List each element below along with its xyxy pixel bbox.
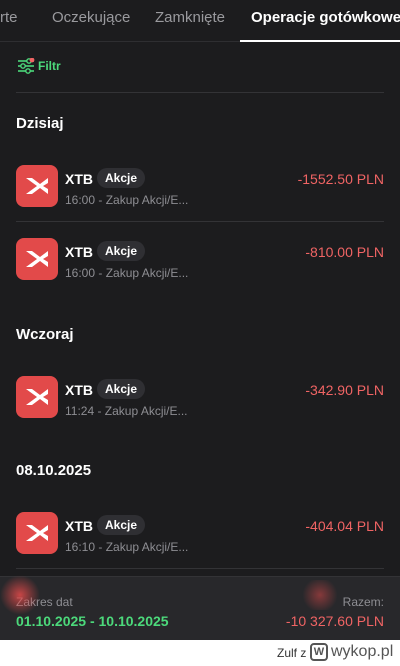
transaction-amount: -404.04 PLN xyxy=(305,518,384,534)
transaction-amount: -810.00 PLN xyxy=(305,244,384,260)
category-badge: Akcje xyxy=(97,515,146,535)
broker-name: XTB xyxy=(65,518,93,534)
sliders-icon xyxy=(18,58,35,74)
xtb-logo-icon xyxy=(16,512,58,554)
category-badge: Akcje xyxy=(97,241,146,261)
category-badge: Akcje xyxy=(97,379,146,399)
broker-name: XTB xyxy=(65,382,93,398)
watermark-footer: Zulf z W wykop.pl xyxy=(0,640,400,666)
wykop-brand: wykop.pl xyxy=(331,643,394,660)
transaction-description: 16:10 - Zakup Akcji/E... xyxy=(65,540,189,554)
watermark-user: Zulf z xyxy=(277,646,307,660)
decorative-glow xyxy=(300,580,340,610)
divider xyxy=(16,221,384,222)
total-label: Razem: xyxy=(342,595,384,609)
category-badge: Akcje xyxy=(97,168,146,188)
tab-positions[interactable]: rte xyxy=(0,9,18,26)
section-title-yesterday: Wczoraj xyxy=(16,326,74,343)
filter-label: Filtr xyxy=(38,59,61,73)
transaction-description: 11:24 - Zakup Akcji/E... xyxy=(65,404,188,418)
total-value: -10 327.60 PLN xyxy=(285,613,384,629)
transaction-description: 16:00 - Zakup Akcji/E... xyxy=(65,193,189,207)
section-title-today: Dzisiaj xyxy=(16,115,64,132)
filter-button[interactable]: Filtr xyxy=(17,57,61,75)
wykop-icon: W xyxy=(310,643,328,661)
divider xyxy=(16,92,384,93)
active-tab-indicator xyxy=(240,40,400,42)
tab-bar: rte Oczekujące Zamknięte Operacje gotówk… xyxy=(0,0,400,42)
date-range-value[interactable]: 01.10.2025 - 10.10.2025 xyxy=(16,613,169,629)
wykop-logo: W wykop.pl xyxy=(310,643,393,661)
xtb-logo-icon xyxy=(16,165,58,207)
divider xyxy=(16,568,384,569)
transaction-row[interactable]: XTB Akcje 16:00 - Zakup Akcji/E... -810.… xyxy=(0,238,400,328)
xtb-logo-icon xyxy=(16,376,58,418)
summary-bar: Zakres dat 01.10.2025 - 10.10.2025 Razem… xyxy=(0,576,400,640)
app-screen: rte Oczekujące Zamknięte Operacje gotówk… xyxy=(0,0,400,640)
broker-name: XTB xyxy=(65,171,93,187)
transaction-amount: -1552.50 PLN xyxy=(297,171,384,187)
transaction-description: 16:00 - Zakup Akcji/E... xyxy=(65,266,189,280)
section-title-date: 08.10.2025 xyxy=(16,462,92,479)
transaction-amount: -342.90 PLN xyxy=(305,382,384,398)
broker-name: XTB xyxy=(65,244,93,260)
tab-cash-operations[interactable]: Operacje gotówkowe xyxy=(251,9,400,26)
xtb-logo-icon xyxy=(16,238,58,280)
tab-closed[interactable]: Zamknięte xyxy=(155,9,225,26)
decorative-glow xyxy=(0,575,40,615)
transaction-row[interactable]: XTB Akcje 11:24 - Zakup Akcji/E... -342.… xyxy=(0,376,400,466)
tab-pending[interactable]: Oczekujące xyxy=(52,9,130,26)
